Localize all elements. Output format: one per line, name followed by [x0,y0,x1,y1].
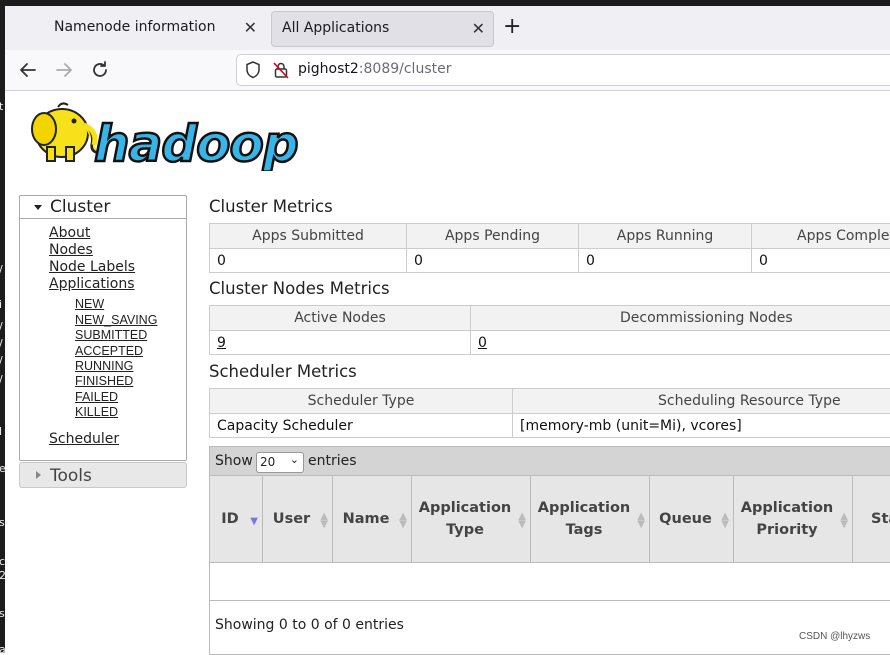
column-header: Apps Pending [407,224,579,249]
page-content: hadoop Cluster About Nodes Node Labels A… [5,91,890,653]
cluster-nav-title: Cluster [50,197,110,217]
nav-link-state-new[interactable]: NEW [75,297,104,311]
nav-link-state-submitted[interactable]: SUBMITTED [75,328,147,342]
scheduling-resource-type-value: [memory-mb (unit=Mi), vcores] [513,414,890,438]
metric-value: 0 [579,249,752,273]
nav-link-state-finished[interactable]: FINISHED [75,374,133,388]
sort-icon: ▲▼ [518,513,526,529]
column-header-name[interactable]: Name ▲▼ [333,476,412,562]
page-size-value: 20 [260,455,275,469]
close-icon[interactable]: ✕ [472,19,485,38]
column-header-queue[interactable]: Queue ▲▼ [650,476,734,562]
cluster-nodes-metrics-table: Active Nodes Decommissioning Nodes 9 0 [209,305,890,355]
table-divider [210,600,890,601]
column-header-application-priority[interactable]: Application Priority ▲▼ [734,476,853,562]
nav-link-state-killed[interactable]: KILLED [75,405,118,419]
sort-icon: ▲▼ [320,513,328,529]
column-header-state[interactable]: Sta [853,476,890,562]
tab-all-applications[interactable]: All Applications ✕ [271,11,494,47]
column-header-user[interactable]: User ▲▼ [263,476,333,562]
column-header: Apps Complet [752,224,890,249]
cluster-nav-header[interactable]: Cluster [20,196,186,219]
column-header-application-tags[interactable]: Application Tags ▲▼ [531,476,650,562]
address-bar[interactable]: pighost2:8089/cluster [236,54,890,86]
tab-label: Namenode information [54,19,216,35]
nav-link-nodes[interactable]: Nodes [49,242,93,258]
decommissioning-nodes-link[interactable]: 0 [478,335,487,351]
url-text[interactable]: pighost2:8089/cluster [298,61,451,77]
cluster-metrics-title: Cluster Metrics [209,197,333,216]
nav-link-applications[interactable]: Applications [49,276,135,292]
column-header: Apps Running [579,224,752,249]
column-header: Decommissioning Nodes [471,306,890,331]
caret-right-icon [36,471,41,479]
sort-icon: ▲▼ [637,513,645,529]
tab-label: All Applications [282,20,389,36]
table-info: Showing 0 to 0 of 0 entries [215,617,404,633]
nav-link-state-failed[interactable]: FAILED [75,390,118,404]
cluster-nodes-metrics-title: Cluster Nodes Metrics [209,279,390,298]
metric-value: 0 [752,249,890,273]
active-nodes-link[interactable]: 9 [217,335,226,351]
back-arrow-icon[interactable] [16,58,40,82]
caret-down-icon [34,205,42,210]
reload-icon[interactable] [88,58,112,82]
tab-namenode-information[interactable]: Namenode information ✕ [43,11,265,45]
column-header: Scheduling Resource Type [513,389,890,414]
nav-link-state-running[interactable]: RUNNING [75,359,133,373]
nav-link-scheduler[interactable]: Scheduler [49,431,119,447]
page-size-select[interactable]: 20 ⌄ [256,452,304,473]
scheduler-type-value: Capacity Scheduler [210,414,513,438]
entries-label: entries [308,453,357,469]
tools-nav-title: Tools [50,466,92,486]
column-header: Apps Submitted [210,224,407,249]
hadoop-logo[interactable]: hadoop [22,99,322,175]
column-header-id[interactable]: ID ▼ [210,476,263,562]
nav-link-node-labels[interactable]: Node Labels [49,259,135,275]
close-icon[interactable]: ✕ [244,18,257,37]
tools-nav-panel[interactable]: Tools [19,462,187,488]
column-header: Active Nodes [210,306,471,331]
forward-arrow-icon[interactable] [52,58,76,82]
logo-text: hadoop [94,115,298,171]
shield-icon[interactable] [245,61,261,83]
sort-icon: ▲▼ [721,513,729,529]
nav-link-about[interactable]: About [49,225,90,241]
browser-tab-bar: Namenode information ✕ All Applications … [5,6,890,50]
new-tab-icon[interactable]: + [503,14,521,40]
chevron-down-icon: ⌄ [290,453,299,466]
sort-icon: ▲▼ [840,513,848,529]
applications-table-header: ID ▼ User ▲▼ Name ▲▼ Application Type ▲▼… [210,475,890,563]
cluster-metrics-table: Apps Submitted Apps Pending Apps Running… [209,223,890,273]
browser-navigation-bar: pighost2:8089/cluster [5,50,890,91]
insecure-lock-icon[interactable] [273,61,289,83]
scheduler-metrics-table: Scheduler Type Scheduling Resource Type … [209,388,890,438]
table-length-control: Show 20 ⌄ entries [210,447,890,475]
sort-descending-icon: ▼ [250,518,258,526]
scheduler-metrics-title: Scheduler Metrics [209,362,357,381]
nav-link-state-new-saving[interactable]: NEW_SAVING [75,313,157,327]
column-header-application-type[interactable]: Application Type ▲▼ [412,476,531,562]
show-label: Show [215,453,253,469]
metric-value: 0 [210,249,407,273]
watermark: CSDN @lhyzws [799,631,870,642]
column-header: Scheduler Type [210,389,513,414]
sort-icon: ▲▼ [399,513,407,529]
cluster-nav-panel: Cluster About Nodes Node Labels Applicat… [19,195,187,461]
nav-link-state-accepted[interactable]: ACCEPTED [75,344,143,358]
metric-value: 0 [407,249,579,273]
applications-table-wrapper: Show 20 ⌄ entries ID ▼ User ▲▼ Name ▲▼ A… [209,446,890,655]
